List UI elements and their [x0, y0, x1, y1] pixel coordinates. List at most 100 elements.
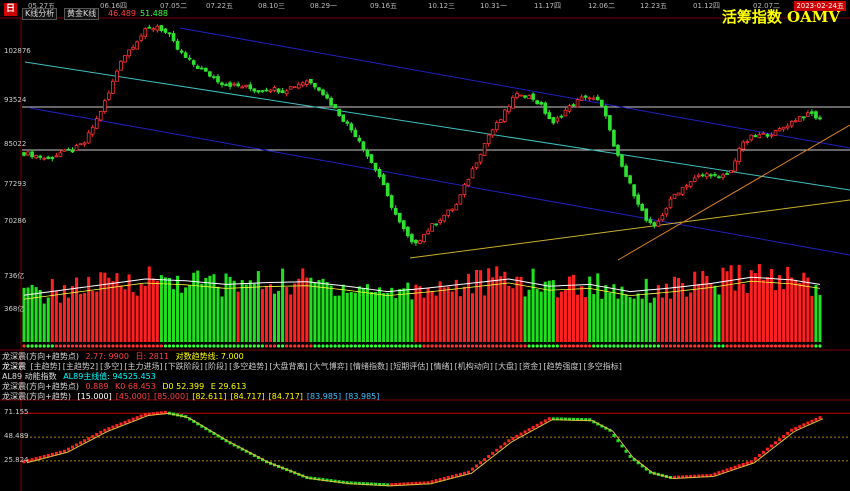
indicator-tab[interactable]: [机构动向] [455, 362, 493, 371]
volume-signal-dot [289, 344, 293, 348]
volume-signal-dot [119, 344, 123, 348]
volume-signal-dot [131, 344, 135, 348]
osc-bar [745, 461, 749, 465]
volume-signal-dot [786, 344, 790, 348]
volume-signal-dot [123, 344, 127, 348]
candle-body [127, 49, 131, 57]
volume-bar [644, 278, 648, 342]
app-logo-icon[interactable]: 日 [4, 3, 17, 16]
row1-value-1: 2.77: 9900 [85, 352, 129, 361]
volume-signal-dot [216, 344, 220, 348]
volume-signal-dot [458, 344, 462, 348]
osc-bar [475, 464, 479, 468]
indicator-tab[interactable]: [阶段] [205, 362, 227, 371]
volume-signal-dot [167, 344, 172, 348]
osc-bar [749, 460, 753, 464]
date-tick: 09.16五 [370, 2, 398, 10]
indicator-tab[interactable]: [大盘] [495, 362, 517, 371]
kline-analysis-button[interactable]: K线分析 [22, 8, 58, 20]
price-tick: 85022 [4, 140, 27, 149]
volume-signal-dot [575, 344, 580, 348]
volume-bar [212, 274, 216, 342]
volume-signal-dot [511, 344, 515, 348]
indicator-tab[interactable]: [短期评估] [390, 362, 428, 371]
osc-bar [99, 430, 103, 434]
candle-body [397, 212, 402, 223]
indicator-tab[interactable]: [趋势强度] [543, 362, 581, 371]
volume-signal-dot [717, 344, 721, 348]
index-title: 活筹指数 OAMV [721, 8, 840, 26]
volume-bar [236, 291, 240, 342]
volume-signal-dot [588, 344, 592, 348]
volume-bar [30, 284, 34, 342]
candle-body [284, 90, 289, 95]
indicator-tab[interactable]: [主趋势] [31, 362, 61, 371]
indicator-tab[interactable]: [资金] [519, 362, 541, 371]
candle-body [575, 99, 580, 108]
indicator-tab[interactable]: [大气博弈] [310, 362, 348, 371]
candle-body [725, 173, 729, 175]
indicator-tab[interactable]: [情绪指数] [350, 362, 388, 371]
chart-canvas[interactable] [0, 0, 850, 491]
volume-signal-dot [281, 344, 285, 348]
volume-bar [244, 284, 248, 342]
indicator-tab[interactable]: [大盘背离] [269, 362, 307, 371]
volume-signal-dot [478, 344, 483, 348]
candle-body [418, 240, 422, 244]
volume-signal-dot [248, 344, 252, 348]
indicator-tab[interactable]: [多空趋势] [229, 362, 267, 371]
candle-body [652, 222, 657, 227]
volume-bar [289, 294, 293, 342]
volume-bar [252, 283, 256, 342]
indicator-tab[interactable]: [主力进场] [124, 362, 162, 371]
indicator-tab[interactable]: [情绪] [430, 362, 452, 371]
volume-signal-dot [765, 344, 770, 348]
candle-body [422, 233, 426, 242]
candle-body [777, 128, 782, 132]
volume-signal-dot [34, 344, 38, 348]
candle-body [648, 219, 653, 223]
volume-bar [184, 287, 188, 342]
row5-value: [85.000] [153, 392, 189, 401]
candle-body [539, 102, 544, 105]
volume-bar [535, 289, 539, 342]
candle-body [749, 134, 754, 141]
osc-bar [786, 431, 790, 435]
candle-body [260, 90, 265, 93]
volume-bar [180, 292, 184, 342]
volume-signal-dot [527, 344, 531, 348]
osc-bar [135, 416, 139, 420]
volume-signal-dot [224, 344, 228, 348]
osc-bar [713, 472, 717, 476]
candle-body [406, 226, 410, 237]
volume-bar [648, 302, 652, 342]
row5-label: 龙深震(方向+趋势) [2, 392, 71, 401]
volume-signal-dot [369, 344, 374, 348]
volume-signal-dot [604, 344, 608, 348]
osc-bar [66, 447, 70, 451]
candle-body [806, 112, 810, 117]
volume-bar [163, 277, 167, 342]
volume-bar [559, 291, 563, 342]
volume-signal-dot [644, 344, 648, 348]
volume-bar [729, 265, 733, 342]
osc-bar [507, 439, 511, 443]
gold-kline-button[interactable]: 黄金K线 [64, 8, 100, 20]
volume-signal-dot [390, 344, 394, 348]
indicator-tab[interactable]: [多空指标] [584, 362, 622, 371]
osc-bar [107, 427, 111, 431]
indicator-tab[interactable]: [主趋势2] [63, 362, 98, 371]
volume-signal-dot [636, 344, 640, 348]
indicator-tab[interactable]: [多空] [100, 362, 122, 371]
volume-bar [176, 275, 180, 342]
volume-signal-dot [406, 344, 410, 348]
volume-bar [551, 280, 555, 342]
volume-bar [717, 294, 721, 342]
volume-signal-dot [349, 344, 353, 348]
indicator-tab[interactable]: [下跌阶段] [165, 362, 203, 371]
volume-bar [321, 278, 325, 342]
volume-signal-dot [466, 344, 471, 348]
volume-bar [616, 298, 620, 342]
volume-signal-dot [103, 344, 107, 348]
volume-signal-dot [664, 344, 669, 348]
